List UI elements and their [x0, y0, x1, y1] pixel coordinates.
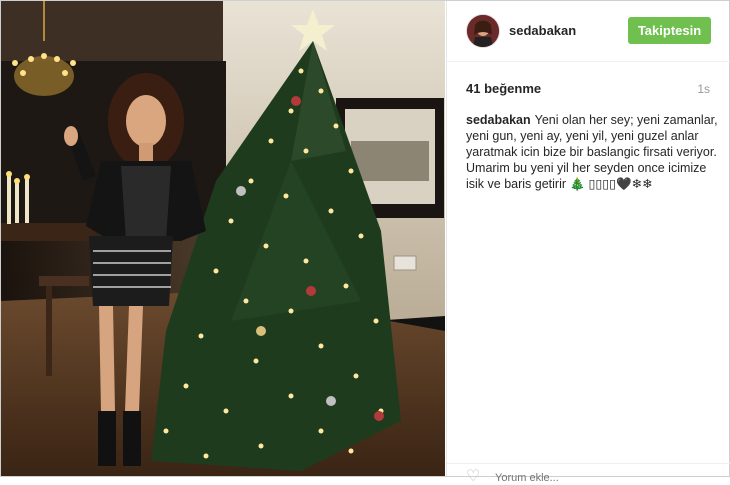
following-button[interactable]: Takiptesin [628, 17, 711, 44]
heart-icon[interactable]: ♡ [466, 469, 480, 485]
likes-count[interactable]: 41 beğenme [466, 81, 541, 96]
post-dialog: sedabakan Takiptesin 41 beğenme 1s sedab… [0, 0, 730, 485]
comment-input[interactable] [495, 472, 645, 484]
avatar[interactable] [466, 14, 500, 48]
comment-bar: ♡ [447, 463, 730, 485]
post-header: sedabakan Takiptesin [447, 1, 730, 62]
username-link[interactable]: sedabakan [509, 23, 576, 38]
post-photo [1, 1, 445, 476]
post-sidebar: sedabakan Takiptesin 41 beğenme 1s sedab… [446, 1, 730, 485]
post-caption: sedabakan Yeni olan her sey; yeni zamanla… [466, 112, 718, 192]
caption-username[interactable]: sedabakan [466, 113, 531, 127]
post-time[interactable]: 1s [697, 82, 710, 96]
